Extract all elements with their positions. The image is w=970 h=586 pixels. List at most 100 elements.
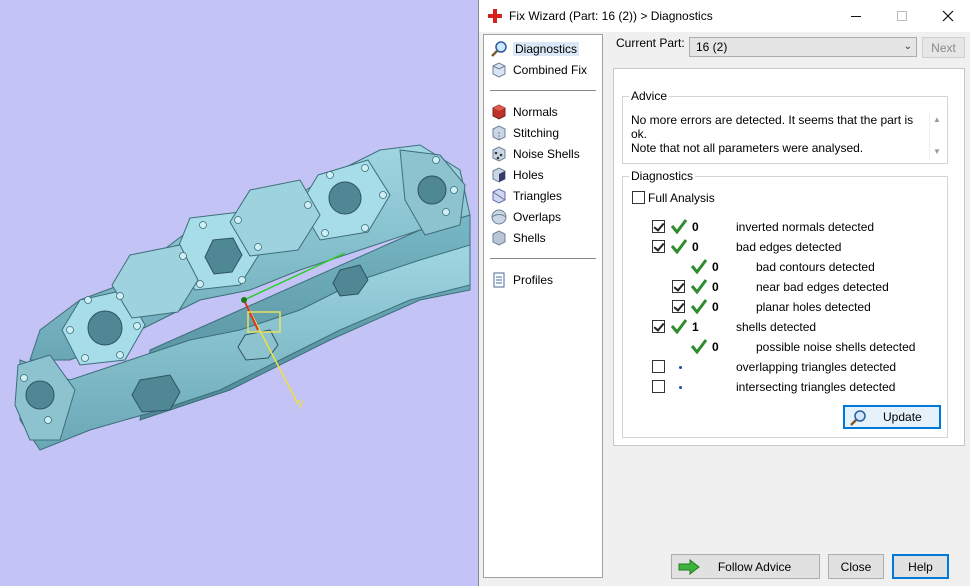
diag-label: intersecting triangles detected [736, 380, 896, 394]
close-button[interactable]: Close [828, 554, 884, 579]
y-axis-label: y [298, 397, 304, 409]
nav-label: Triangles [513, 189, 562, 203]
current-part-select[interactable]: 16 (2) ⌄ [689, 37, 917, 57]
triangles-icon [492, 188, 506, 204]
update-label: Update [883, 410, 922, 424]
chevron-down-icon: ⌄ [903, 41, 912, 52]
full-analysis-checkbox[interactable] [632, 191, 645, 204]
diag-label: near bad edges detected [756, 280, 889, 294]
diag-count: 0 [692, 220, 699, 234]
diag-label: bad contours detected [756, 260, 875, 274]
shells-checkbox[interactable] [652, 320, 665, 333]
diagnostics-panel: Advice No more errors are detected. It s… [613, 68, 965, 446]
wizard-nav: Diagnostics Combined Fix Normals Stitchi… [483, 34, 603, 578]
bullet-icon [679, 366, 682, 369]
check-mark-icon [690, 279, 708, 294]
diag-count: 0 [712, 340, 719, 354]
follow-advice-label: Follow Advice [717, 559, 792, 574]
window-title: Fix Wizard (Part: 16 (2)) > Diagnostics [509, 9, 713, 23]
close-window-button[interactable] [925, 0, 970, 32]
nav-item-overlaps[interactable]: Overlaps [490, 207, 561, 227]
next-button[interactable]: Next [922, 37, 965, 58]
nav-label: Normals [513, 105, 558, 119]
diagnostics-group: Diagnostics Full Analysis 0 inverted nor… [622, 169, 948, 438]
nav-divider [490, 90, 596, 91]
check-mark-icon [690, 299, 708, 314]
advice-line-2: Note that not all parameters were analys… [631, 141, 864, 155]
nav-item-noise-shells[interactable]: Noise Shells [490, 144, 580, 164]
normals-cube-icon [492, 104, 506, 120]
advice-line-1: No more errors are detected. It seems th… [631, 113, 914, 141]
document-icon [493, 272, 505, 288]
fix-wizard-dialog: Fix Wizard (Part: 16 (2)) > Diagnostics … [478, 0, 970, 586]
bad-edges-checkbox[interactable] [652, 240, 665, 253]
noise-shells-icon [492, 146, 506, 162]
current-part-label: Current Part: [616, 36, 685, 50]
nav-item-holes[interactable]: Holes [490, 165, 544, 185]
nav-label: Profiles [513, 273, 554, 287]
planar-holes-checkbox[interactable] [672, 300, 685, 313]
cube-icon [492, 62, 506, 78]
diag-label: inverted normals detected [736, 220, 875, 234]
current-part-value: 16 (2) [696, 40, 728, 54]
nav-item-stitching[interactable]: Stitching [490, 123, 559, 143]
check-mark-icon [670, 219, 688, 234]
update-button[interactable]: Update [843, 405, 941, 429]
stitching-cube-icon [492, 125, 506, 141]
bullet-icon [679, 386, 682, 389]
check-mark-icon [670, 319, 688, 334]
check-mark-icon [690, 339, 708, 354]
advice-text: No more errors are detected. It seems th… [631, 113, 921, 155]
help-button[interactable]: Help [892, 554, 949, 579]
near-bad-edges-checkbox[interactable] [672, 280, 685, 293]
check-mark-icon [670, 239, 688, 254]
advice-scrollbar[interactable]: ▲ ▼ [929, 113, 943, 159]
title-bar[interactable]: Fix Wizard (Part: 16 (2)) > Diagnostics [479, 0, 970, 32]
diag-count: 0 [712, 300, 719, 314]
intersecting-triangles-checkbox[interactable] [652, 380, 665, 393]
magnifier-icon [850, 410, 866, 426]
magnifier-icon [491, 41, 507, 57]
diag-count: 0 [712, 280, 719, 294]
diag-count: 1 [692, 320, 699, 334]
diagnostics-title: Diagnostics [629, 169, 696, 183]
overlaps-icon [491, 209, 507, 225]
advice-group: Advice No more errors are detected. It s… [622, 89, 948, 164]
nav-item-profiles[interactable]: Profiles [490, 270, 553, 290]
red-cross-icon [488, 9, 502, 23]
nav-item-shells[interactable]: Shells [490, 228, 546, 248]
minimize-button[interactable] [833, 0, 879, 32]
arrow-right-icon [678, 559, 700, 575]
diag-count: 0 [692, 240, 699, 254]
advice-title: Advice [629, 89, 670, 103]
check-mark-icon [690, 259, 708, 274]
nav-label: Overlaps [513, 210, 562, 224]
diag-label: bad edges detected [736, 240, 842, 254]
nav-item-diagnostics[interactable]: Diagnostics [490, 39, 580, 59]
nav-label: Holes [513, 168, 544, 182]
nav-label: Noise Shells [513, 147, 580, 161]
overlapping-triangles-checkbox[interactable] [652, 360, 665, 373]
maximize-icon [897, 11, 907, 21]
inverted-normals-checkbox[interactable] [652, 220, 665, 233]
nav-divider [490, 258, 596, 259]
minimize-icon [851, 15, 861, 17]
ring-model: y [14, 144, 471, 451]
nav-label: Shells [513, 231, 546, 245]
nav-item-triangles[interactable]: Triangles [490, 186, 562, 206]
close-icon [942, 10, 954, 22]
diag-label: shells detected [736, 320, 817, 334]
nav-item-normals[interactable]: Normals [490, 102, 558, 122]
3d-viewport[interactable]: y [0, 0, 478, 586]
diag-label: planar holes detected [756, 300, 871, 314]
scroll-up-icon: ▲ [933, 115, 941, 124]
follow-advice-button[interactable]: Follow Advice [671, 554, 820, 579]
nav-label: Combined Fix [513, 63, 588, 77]
diag-count: 0 [712, 260, 719, 274]
diag-label: possible noise shells detected [756, 340, 916, 354]
shells-icon [492, 230, 506, 246]
maximize-button[interactable] [879, 0, 925, 32]
holes-cube-icon [492, 167, 506, 183]
scroll-down-icon: ▼ [933, 147, 941, 156]
nav-item-combined-fix[interactable]: Combined Fix [490, 60, 587, 80]
